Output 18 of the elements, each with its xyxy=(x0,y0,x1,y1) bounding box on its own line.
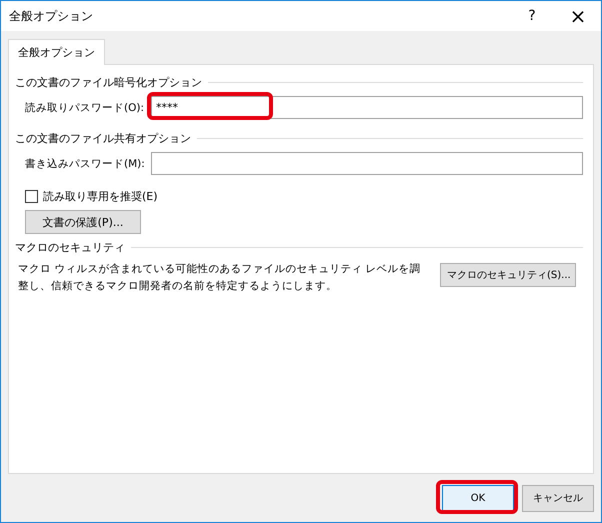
field-label: 読み取りパスワード(O): xyxy=(25,100,145,114)
dialog-button[interactable]: OK xyxy=(442,484,514,512)
section-heading: この文書のファイル共有オプション xyxy=(15,131,191,146)
field-label: 書き込みパスワード(M): xyxy=(25,156,146,170)
macro-security-button[interactable]: マクロのセキュリティ(S)... xyxy=(440,263,576,287)
dialog-button[interactable]: キャンセル xyxy=(522,484,594,512)
close-button[interactable]: × xyxy=(555,1,601,31)
password-field[interactable]: **** xyxy=(151,96,583,119)
window-title: 全般オプション xyxy=(9,8,94,24)
checkbox-label: 読み取り専用を推奨(E) xyxy=(43,189,158,204)
checkbox[interactable] xyxy=(25,190,38,203)
tab[interactable]: 全般オプション xyxy=(8,39,105,65)
section-heading: マクロのセキュリティ xyxy=(15,240,125,255)
section-heading: この文書のファイル暗号化オプション xyxy=(15,75,202,90)
protect-document-button[interactable]: 文書の保護(P)... xyxy=(25,210,141,234)
description-text: マクロ ウィルスが含まれている可能性のあるファイルのセキュリティ レベルを調整し、信頼できるマクロ開発者の名前を特定するようにします。 xyxy=(18,262,422,294)
password-field[interactable] xyxy=(151,152,583,175)
help-button[interactable]: ? xyxy=(509,1,555,31)
